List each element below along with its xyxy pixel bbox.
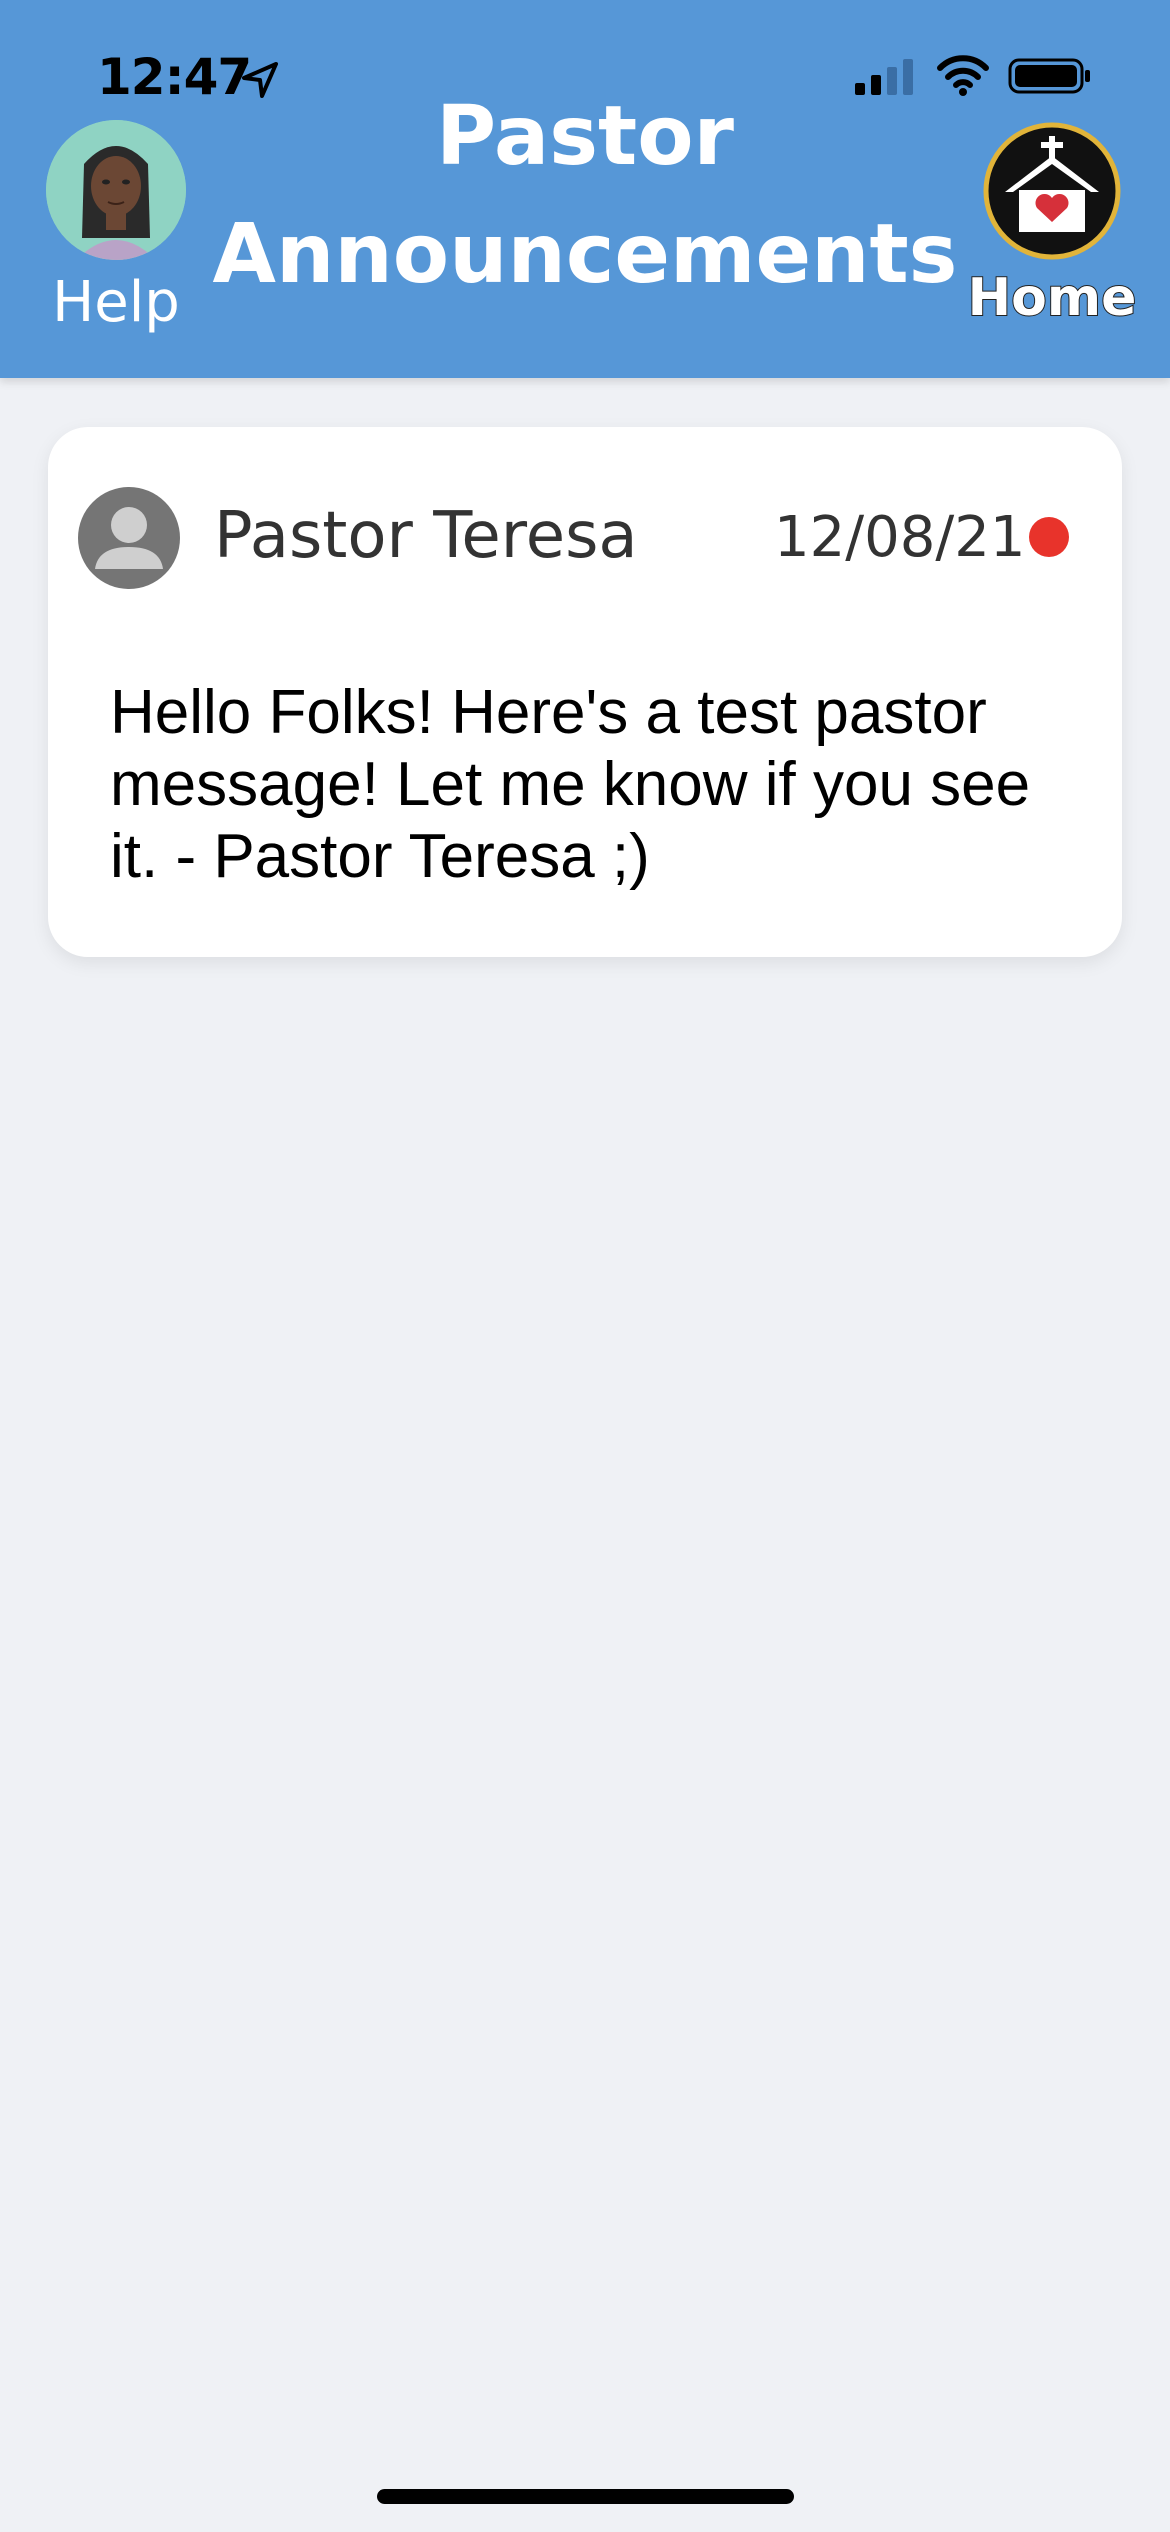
page-title-line-1: Pastor xyxy=(435,89,734,184)
home-label[interactable]: Home xyxy=(960,267,1144,329)
page-title: Pastor Announcements xyxy=(200,78,970,314)
user-avatar-icon xyxy=(78,487,180,589)
help-label[interactable]: Help xyxy=(36,270,196,335)
announcement-card[interactable]: Pastor Teresa 12/08/21 Hello Folks! Here… xyxy=(48,427,1122,957)
battery-icon xyxy=(1008,58,1090,94)
church-home-icon[interactable] xyxy=(983,122,1121,260)
home-indicator-bar[interactable] xyxy=(377,2489,794,2504)
help-avatar-button[interactable] xyxy=(46,120,186,260)
avatar-portrait-icon xyxy=(46,120,186,260)
page-title-line-2: Announcements xyxy=(212,207,958,302)
author-name: Pastor Teresa xyxy=(214,499,638,573)
announcement-message: Hello Folks! Here's a test pastor messag… xyxy=(110,678,1031,891)
unread-indicator xyxy=(1029,517,1069,557)
app-header: 12:47 Help Pastor Announcements Home xyxy=(0,0,1170,378)
post-date: 12/08/21 xyxy=(774,505,1026,570)
